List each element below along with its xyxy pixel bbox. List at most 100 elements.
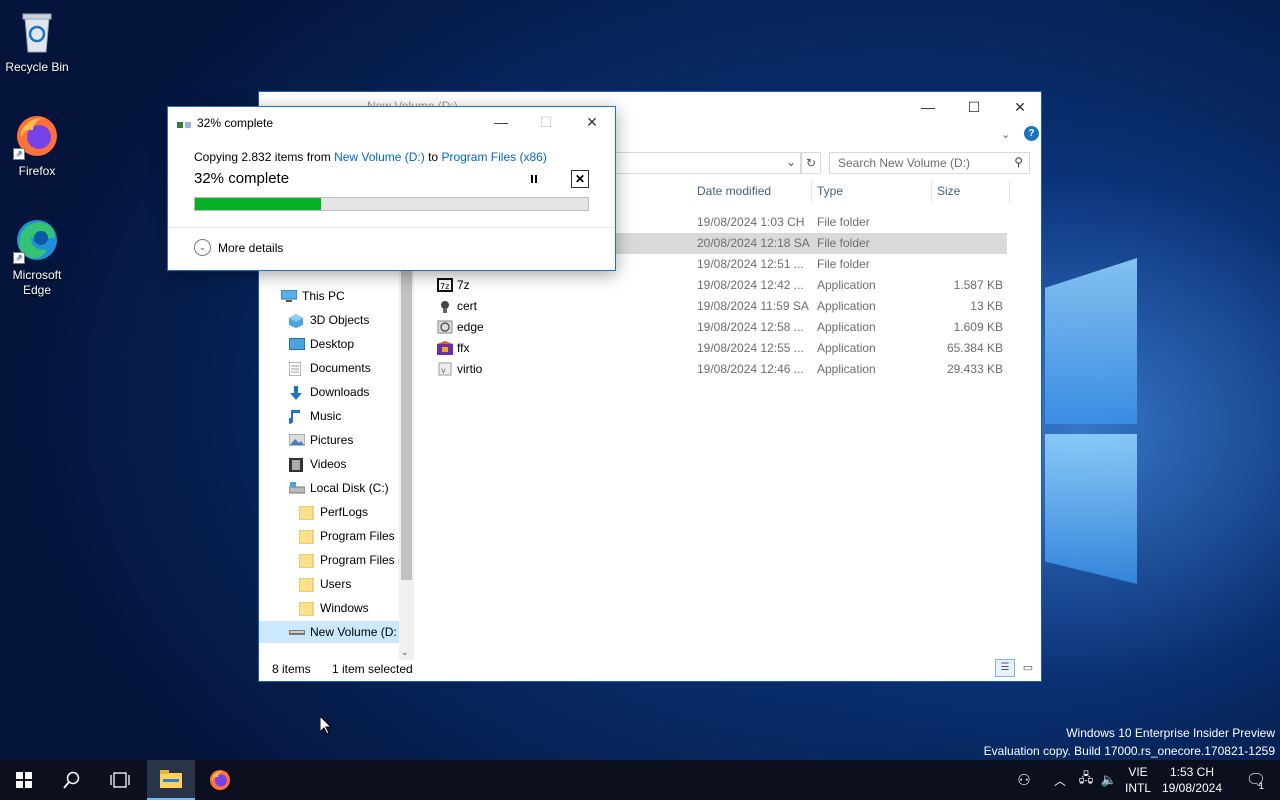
volume-button[interactable]: 🔈	[1098, 760, 1120, 800]
nav-item[interactable]: PerfLogs	[298, 501, 368, 523]
status-selection: 1 item selected	[332, 662, 413, 676]
explorer-maximize-button[interactable]: ☐	[951, 92, 997, 122]
column-separator	[1009, 180, 1010, 202]
search-input[interactable]: Search New Volume (D:) ⚲	[829, 152, 1030, 174]
start-button[interactable]	[0, 760, 48, 800]
help-icon[interactable]: ?	[1024, 126, 1039, 141]
copy-dialog-minimize-button[interactable]: —	[478, 107, 524, 137]
firefox-icon	[210, 770, 230, 790]
nav-item[interactable]: Local Disk (C:)	[288, 477, 389, 499]
file-row[interactable]: v virtio 19/08/2024 12:46 ... Application 29…	[435, 359, 1007, 380]
folder-icon	[298, 601, 314, 617]
file-type: Application	[817, 362, 876, 376]
desktop-icon-label: Microsoft Edge	[12, 268, 62, 297]
nav-item-label: This PC	[302, 289, 345, 303]
file-row[interactable]: 7z 7z 19/08/2024 12:42 ... Application 1.587…	[435, 275, 1007, 296]
desktop-icon-recycle-bin[interactable]: Recycle Bin	[0, 8, 74, 75]
nav-item-label: Windows	[320, 601, 369, 615]
mouse-cursor-icon	[319, 714, 333, 738]
nav-item[interactable]: Windows	[298, 597, 369, 619]
nav-item[interactable]: Pictures	[288, 429, 354, 451]
source-link[interactable]: New Volume (D:)	[334, 150, 425, 164]
status-item-count: 8 items	[272, 662, 311, 676]
taskbar-firefox[interactable]	[196, 760, 244, 800]
taskbar-file-explorer[interactable]	[147, 760, 195, 800]
ribbon-expand-chevron-icon[interactable]: ⌄	[1001, 128, 1010, 141]
file-row[interactable]: edge 19/08/2024 12:58 ... Application 1.609…	[435, 317, 1007, 338]
large-icons-view-icon[interactable]: ▭	[1019, 659, 1037, 677]
nav-item-label: Videos	[310, 457, 347, 471]
more-details-toggle[interactable]: ⌄ More details	[194, 239, 283, 256]
file-type: Application	[817, 299, 876, 313]
nav-item[interactable]: Program Files	[298, 525, 395, 547]
nav-scrollbar[interactable]: ⌄	[399, 262, 414, 660]
task-view-button[interactable]	[96, 760, 144, 800]
nav-item-label: Program Files (	[320, 553, 403, 567]
file-date: 19/08/2024 12:55 ...	[697, 341, 804, 355]
input-language-button[interactable]: VIE INTL	[1122, 764, 1154, 796]
svg-text:7z: 7z	[440, 282, 449, 291]
copy-dialog-close-button[interactable]: ✕	[569, 107, 615, 137]
file-name: cert	[457, 299, 478, 313]
file-row[interactable]: ffx 19/08/2024 12:55 ... Application 65.384…	[435, 338, 1007, 359]
copy-progress-fill	[195, 198, 321, 210]
explorer-minimize-button[interactable]: —	[905, 92, 951, 122]
copy-dialog-title: 32% complete	[197, 116, 274, 130]
file-date: 19/08/2024 1:03 CH	[697, 215, 805, 229]
nav-item[interactable]: 3D Objects	[289, 309, 369, 331]
desktop-icon-edge[interactable]: ↗ Microsoft Edge	[0, 216, 74, 298]
pause-icon-bar	[535, 175, 537, 183]
copy-to-text: to	[424, 150, 442, 164]
nav-item[interactable]: Videos	[289, 453, 346, 475]
file-date: 19/08/2024 12:46 ...	[697, 362, 804, 376]
taskbar: ⚇ ︿ 🖧 🔈 VIE INTL 1:53 CH 19/08/2024 🗨 1	[0, 760, 1280, 800]
copy-progress-dialog[interactable]: 32% complete — ☐ ✕ Copying 2.832 items f…	[167, 106, 616, 271]
clock[interactable]: 1:53 CH 19/08/2024	[1158, 764, 1226, 796]
details-view-icon[interactable]: ☰	[995, 659, 1015, 677]
people-icon: ⚇	[1017, 772, 1031, 789]
file-name: edge	[457, 320, 484, 334]
this-pc-icon	[280, 289, 298, 302]
nav-item-label: Downloads	[310, 385, 370, 399]
refresh-icon[interactable]: ↻	[801, 152, 821, 174]
column-header-type[interactable]: Type	[817, 184, 843, 198]
explorer-close-button[interactable]: ✕	[997, 92, 1043, 122]
column-header-date[interactable]: Date modified	[697, 184, 771, 198]
file-name: virtio	[457, 362, 483, 376]
nav-item[interactable]: Users	[298, 573, 351, 595]
people-button[interactable]: ⚇	[1004, 760, 1044, 800]
nav-item[interactable]: This PC	[280, 285, 345, 307]
address-dropdown-icon[interactable]: ⌄	[786, 155, 796, 169]
destination-link[interactable]: Program Files (x86)	[441, 150, 546, 164]
edge-icon: ↗	[13, 216, 61, 264]
search-button[interactable]	[48, 760, 96, 800]
chevron-down-icon: ⌄	[194, 239, 211, 256]
file-row[interactable]: cert 19/08/2024 11:59 SA Application 13 KB	[435, 296, 1007, 317]
network-button[interactable]: 🖧	[1074, 760, 1098, 800]
file-type: Application	[817, 320, 876, 334]
file-explorer-icon	[160, 770, 182, 788]
nav-item[interactable]: New Volume (D:	[259, 621, 399, 643]
nav-item[interactable]: Desktop	[289, 333, 354, 355]
show-hidden-icons-button[interactable]: ︿	[1048, 760, 1072, 800]
nav-item[interactable]: Downloads	[289, 381, 369, 403]
column-header-size[interactable]: Size	[937, 184, 960, 198]
nav-item[interactable]: Program Files (	[298, 549, 403, 571]
search-icon	[63, 771, 80, 789]
svg-text:v: v	[441, 366, 446, 375]
nav-scrollbar-thumb[interactable]	[401, 262, 412, 580]
file-date: 19/08/2024 12:51 ...	[697, 257, 804, 271]
nav-item-label: Pictures	[310, 433, 354, 447]
cancel-copy-button[interactable]: ✕	[571, 170, 589, 188]
nav-item[interactable]: Music	[287, 405, 341, 427]
task-view-icon	[110, 772, 130, 788]
watermark-line-2: Evaluation copy. Build 17000.rs_onecore.…	[983, 744, 1275, 758]
file-name: ffx	[457, 341, 470, 355]
file-type: File folder	[817, 215, 870, 229]
file-date: 19/08/2024 11:59 SA	[697, 299, 809, 313]
nav-item[interactable]: Documents	[288, 357, 371, 379]
pause-button[interactable]	[525, 170, 543, 188]
desktop-icon-firefox[interactable]: ↗ Firefox	[0, 112, 74, 179]
file-size: 65.384 KB	[946, 341, 1003, 355]
action-center-button[interactable]: 🗨 1	[1232, 760, 1280, 800]
